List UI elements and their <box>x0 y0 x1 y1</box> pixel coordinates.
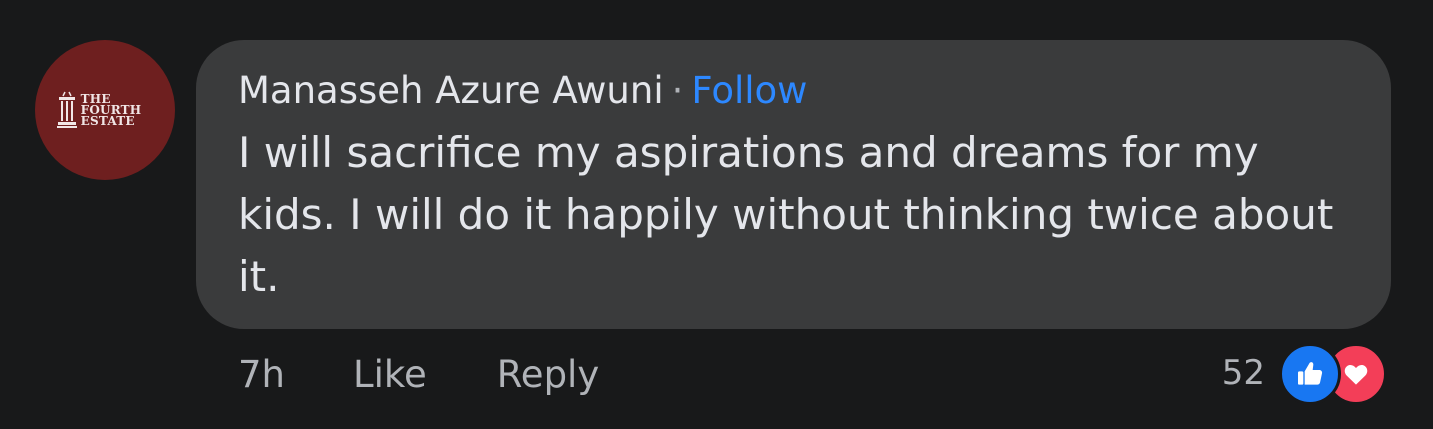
logo-line-3: ESTATE <box>80 113 135 128</box>
like-button[interactable]: Like <box>353 350 427 400</box>
heart-icon <box>1344 365 1368 385</box>
comment-text: I will sacrifice my aspirations and drea… <box>238 128 1334 301</box>
pillar-icon <box>56 91 77 128</box>
follow-button[interactable]: Follow <box>691 69 807 112</box>
reaction-count: 52 <box>1221 353 1265 393</box>
reactions-summary[interactable]: 52 <box>1221 343 1391 405</box>
comment-bubble: Manasseh Azure Awuni · Follow I will sacri… <box>196 40 1391 329</box>
thumbs-up-icon <box>1298 362 1323 385</box>
reaction-icons <box>1279 343 1391 405</box>
the-fourth-estate-logo: THE FOURTH ESTATE <box>56 90 142 130</box>
logo-text: THE FOURTH ESTATE <box>80 93 142 128</box>
avatar[interactable]: THE FOURTH ESTATE <box>35 40 175 180</box>
separator-dot: · <box>671 69 684 112</box>
timestamp[interactable]: 7h <box>238 350 285 400</box>
comment-actions: 7h Like Reply <box>238 350 669 400</box>
reply-button[interactable]: Reply <box>497 350 599 400</box>
like-reaction-icon <box>1279 343 1341 405</box>
author-name[interactable]: Manasseh Azure Awuni <box>238 69 664 112</box>
comment-header: Manasseh Azure Awuni · Follow <box>238 68 1351 114</box>
